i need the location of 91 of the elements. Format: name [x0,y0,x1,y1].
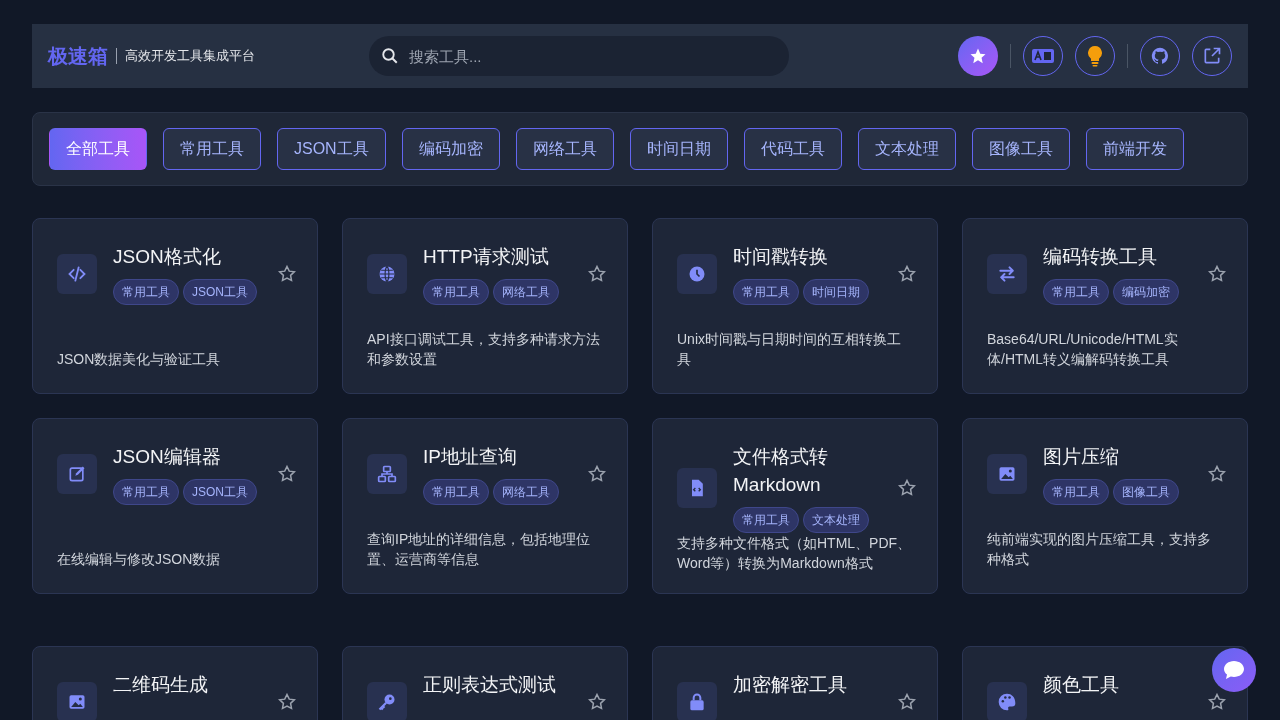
external-link-icon [1202,46,1222,66]
tag-chip: 图像工具 [1113,479,1179,505]
tool-description: Unix时间戳与日期时间的互相转换工具 [677,330,902,369]
tool-description: 在线编辑与修改JSON数据 [57,550,222,569]
tool-title: 编码转换工具 [1043,245,1158,269]
tool-description: API接口调试工具，支持多种请求方法和参数设置 [367,330,601,369]
tool-card[interactable]: IP地址查询 常用工具 网络工具 查询IP地址的详细信息，包括地理位置、运营商等信息 [342,418,628,594]
tool-card[interactable]: 加密解密工具 [652,646,938,720]
tool-description: 查询IP地址的详细信息，包括地理位置、运营商等信息 [367,530,592,569]
category-tab[interactable]: 图像工具 [971,128,1070,170]
tool-title: 图片压缩 [1043,445,1120,469]
tag-chip: 网络工具 [493,479,559,505]
tag-chip: 常用工具 [423,279,489,305]
globe-icon [377,264,397,284]
category-tab[interactable]: 前端开发 [1085,128,1184,170]
category-tab[interactable]: 网络工具 [515,128,614,170]
category-tab[interactable]: 常用工具 [163,128,261,170]
clock-icon [687,264,707,284]
github-icon [1151,47,1169,65]
tool-description: 纯前端实现的图片压缩工具，支持多种格式 [987,530,1212,569]
tool-card[interactable]: 时间戳转换 常用工具 时间日期 Unix时间戳与日期时间的互相转换工具 [652,218,938,394]
tool-title: 文件格式转Markdown [733,445,829,497]
lock-icon [687,692,707,712]
favorite-star-icon[interactable] [1207,464,1227,484]
tool-description: Base64/URL/Unicode/HTML实体/HTML转义编解码转换工具 [987,330,1179,369]
favorite-star-icon[interactable] [897,264,917,284]
lightbulb-icon [1087,45,1103,67]
tag-chip: 常用工具 [113,279,179,305]
tool-card[interactable]: 文件格式转Markdown 常用工具 文本处理 支持多种文件格式（如HTML、PDF、Word等）转换为Markdown格式 [652,418,938,594]
tool-description: 支持多种文件格式（如HTML、PDF、Word等）转换为Markdown格式 [677,534,913,573]
tool-title: HTTP请求测试 [423,245,550,269]
category-tab[interactable]: JSON工具 [277,128,386,170]
category-tab[interactable]: 编码加密 [401,128,500,170]
palette-icon [997,692,1017,712]
tag-chip: 编码加密 [1113,279,1179,305]
translate-icon [1031,47,1055,65]
tag-chip: 常用工具 [733,279,799,305]
tag-chip: 常用工具 [423,479,489,505]
favorite-star-icon[interactable] [897,692,917,712]
tag-chip: 常用工具 [1043,279,1109,305]
tool-title: 颜色工具 [1043,673,1120,697]
tool-card[interactable]: JSON编辑器 常用工具 JSON工具 在线编辑与修改JSON数据 [32,418,318,594]
favorite-star-icon[interactable] [1207,692,1227,712]
tool-title: 正则表达式测试 [423,673,557,697]
star-icon [969,47,987,65]
tag-chip: JSON工具 [183,479,257,505]
favorite-star-icon[interactable] [587,264,607,284]
key-icon [377,692,397,712]
search-field[interactable]: 搜索工具... [369,36,789,76]
tag-chip: 常用工具 [113,479,179,505]
favorite-star-icon[interactable] [277,264,297,284]
tag-chip: 时间日期 [803,279,869,305]
favorite-star-icon[interactable] [1207,264,1227,284]
tagline: 高效开发工具集成平台 [125,47,255,66]
tool-card[interactable]: HTTP请求测试 常用工具 网络工具 API接口调试工具，支持多种请求方法和参数设置 [342,218,628,394]
search-icon [381,47,399,65]
tool-card[interactable]: JSON格式化 常用工具 JSON工具 JSON数据美化与验证工具 [32,218,318,394]
tag-chip: 常用工具 [1043,479,1109,505]
tag-chip: 网络工具 [493,279,559,305]
chat-bubble-icon [1223,660,1245,680]
edit-icon [67,464,87,484]
favorite-star-icon[interactable] [587,464,607,484]
favorite-star-icon[interactable] [277,692,297,712]
tool-card[interactable]: 图片压缩 常用工具 图像工具 纯前端实现的图片压缩工具，支持多种格式 [962,418,1248,594]
tool-title: JSON格式化 [113,245,222,269]
tool-card[interactable]: 颜色工具 [962,646,1248,720]
tool-card[interactable]: 编码转换工具 常用工具 编码加密 Base64/URL/Unicode/HTML实体/HTML转义编解码转换工具 [962,218,1248,394]
code-icon [67,264,87,284]
favorites-button[interactable] [958,36,998,76]
favorite-star-icon[interactable] [897,478,917,498]
tool-card[interactable]: 二维码生成 [32,646,318,720]
tool-title: 二维码生成 [113,673,209,697]
category-tab[interactable]: 全部工具 [49,128,147,170]
network-icon [377,464,397,484]
tool-description: JSON数据美化与验证工具 [57,350,222,369]
tag-chip: 文本处理 [803,507,869,533]
tag-chip: 常用工具 [733,507,799,533]
image-icon [67,692,87,712]
favorite-star-icon[interactable] [277,464,297,484]
favorite-star-icon[interactable] [587,692,607,712]
tag-chip: JSON工具 [183,279,257,305]
swap-arrows-icon [997,264,1017,284]
category-tab[interactable]: 文本处理 [857,128,956,170]
tool-title: IP地址查询 [423,445,518,469]
tool-card[interactable]: 正则表达式测试 [342,646,628,720]
category-tab[interactable]: 代码工具 [743,128,842,170]
image-icon [997,464,1017,484]
tool-title: JSON编辑器 [113,445,222,469]
tool-title: 时间戳转换 [733,245,829,269]
category-tab[interactable]: 时间日期 [629,128,728,170]
tool-title: 加密解密工具 [733,673,848,697]
